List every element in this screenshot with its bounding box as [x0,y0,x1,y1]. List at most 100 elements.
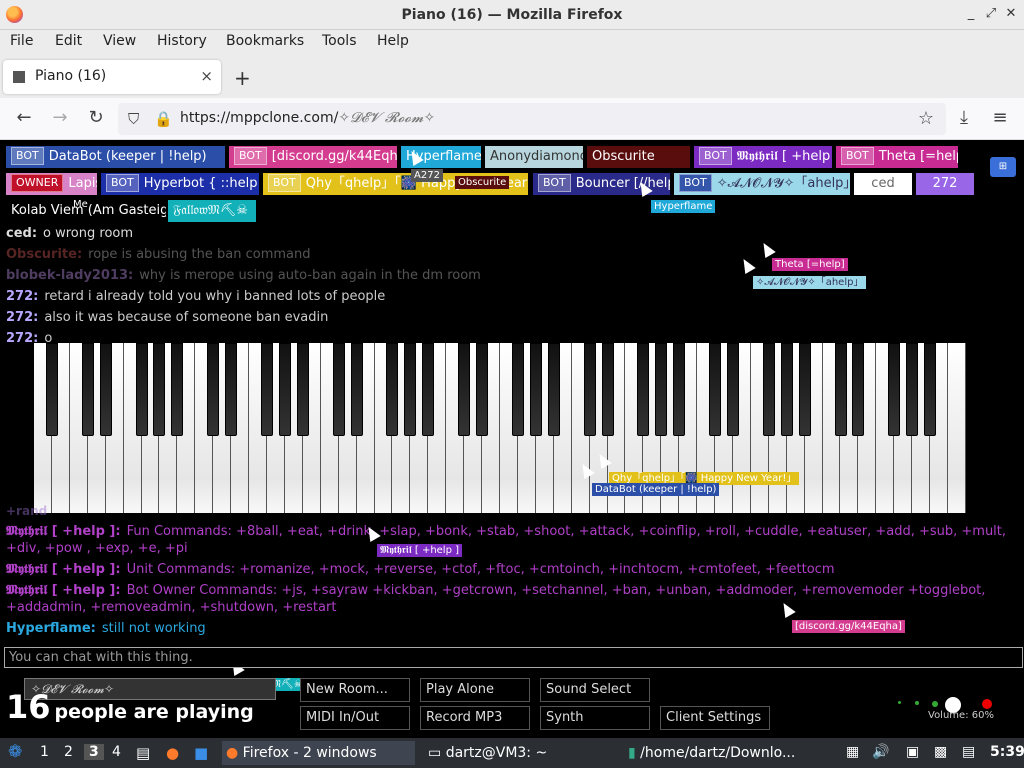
url-bar[interactable]: ⛉ 🔒 https://mppclone.com/✧𝓓𝓔𝓥 𝓡𝓸𝓸𝓶✧ ☆ [118,103,946,135]
client-settings-button[interactable]: Client Settings [660,706,770,730]
taskbar-terminal[interactable]: ▭ dartz@VM3: ~ [424,741,614,765]
synth-button[interactable]: Synth [540,706,650,730]
menu-edit[interactable]: Edit [55,33,82,49]
shield-icon[interactable]: ⛉ [128,110,139,128]
black-key[interactable] [45,343,58,436]
firefox-launcher-icon[interactable]: ● [166,744,179,762]
black-key[interactable] [135,343,148,436]
black-key[interactable] [458,343,471,436]
reload-button[interactable]: ↻ [84,107,108,128]
user-tag-discord[interactable]: BOT [discord.gg/k44Eqha] [229,146,397,168]
volume-tray-icon[interactable]: 🔊 [872,744,889,760]
file-manager-icon[interactable]: ▤ [136,744,150,762]
black-key[interactable] [99,343,112,436]
close-button[interactable]: ✕ [1002,5,1020,23]
black-key[interactable] [798,343,811,436]
clipboard-tray-icon[interactable]: ▣ [906,744,919,760]
workspace-3[interactable]: 3 [84,744,104,760]
user-tag-fallow[interactable]: 𝔉𝔞𝔩𝔩𝔬𝔴𝔐⛏☠ [168,200,256,222]
url-text: https://mppclone.com/✧𝓓𝓔𝓥 𝓡𝓸𝓸𝓶✧ [180,110,436,126]
black-key[interactable] [261,343,273,436]
black-key[interactable] [350,343,363,436]
white-key[interactable] [948,343,966,513]
black-key[interactable] [529,343,542,436]
black-key[interactable] [888,343,901,436]
network-tray-icon[interactable]: ▩ [934,744,947,760]
app-menu-icon[interactable]: ≡ [988,107,1012,128]
black-key[interactable] [637,343,650,436]
black-key[interactable] [673,343,686,436]
black-key[interactable] [225,343,238,436]
user-tag-anony[interactable]: BOT ✧𝓐𝓝𝓞𝓝𝓨✧「ahelp」 [674,173,850,195]
black-key[interactable] [296,343,309,436]
black-key[interactable] [780,343,793,436]
menu-bookmarks[interactable]: Bookmarks [226,33,304,49]
menu-history[interactable]: History [157,33,207,49]
workspace-4[interactable]: 4 [112,744,121,760]
menu-help[interactable]: Help [377,33,409,49]
user-tag-theta[interactable]: BOTTheta [=help] [836,146,958,168]
new-room-button[interactable]: New Room... [300,678,410,702]
new-tab-button[interactable]: + [234,66,251,90]
black-key[interactable] [834,343,847,436]
black-key[interactable] [709,343,722,436]
menu-tools[interactable]: Tools [322,33,357,49]
black-key[interactable] [422,343,435,436]
piano-keyboard[interactable] [34,343,966,513]
black-key[interactable] [207,343,220,436]
black-key[interactable] [601,343,614,436]
back-button[interactable]: ← [12,107,36,128]
black-key[interactable] [852,343,865,436]
black-key[interactable] [547,343,560,436]
user-tag-databot[interactable]: BOT DataBot (keeper | !help) [6,146,225,168]
start-menu-icon[interactable]: ❁ [8,742,22,762]
window-launcher-icon[interactable]: ■ [194,744,208,762]
user-tag-mythril[interactable]: BOT 𝕸𝖞𝖙𝖍𝖗𝖎𝖑 [ +help ] [694,146,832,168]
user-tag-lapis[interactable]: OWNERLapis [6,173,97,195]
settings-toggle-icon[interactable]: ⊞ [990,157,1016,177]
black-key[interactable] [655,343,668,436]
taskbar-files[interactable]: ▮ /home/dartz/Downlo... [624,741,834,765]
black-key[interactable] [924,343,937,436]
black-key[interactable] [386,343,399,436]
black-key[interactable] [81,343,94,436]
black-key[interactable] [583,343,596,436]
black-key[interactable] [476,343,489,436]
workspace-2[interactable]: 2 [64,744,73,760]
workspace-1[interactable]: 1 [40,744,49,760]
black-key[interactable] [171,343,184,436]
black-key[interactable] [278,343,291,436]
tab-piano[interactable]: Piano (16) × [3,60,221,94]
sound-select-button[interactable]: Sound Select [540,678,650,702]
black-key[interactable] [727,343,739,436]
black-key[interactable] [153,343,166,436]
chat-message: 𝕸𝖞𝖙𝖍𝖗𝖎𝖑 [ +help ]: Fun Commands: +8ball, … [6,524,1007,539]
user-tag-hyperbot[interactable]: BOT Hyperbot { ::help } [101,173,259,195]
user-tag-anonydiamond[interactable]: Anonydiamond [485,146,583,168]
tray-icon[interactable]: ▦ [846,744,859,760]
tab-close-icon[interactable]: × [200,67,213,85]
record-mp3-button[interactable]: Record MP3 [420,706,530,730]
notes-tray-icon[interactable]: ▤ [962,744,975,760]
black-key[interactable] [404,343,417,436]
black-key[interactable] [332,343,345,436]
user-tag-272[interactable]: 272 [916,173,974,195]
chat-input[interactable]: You can chat with this thing. [4,647,1023,668]
forward-button[interactable]: → [48,107,72,128]
taskbar-firefox[interactable]: ● Firefox - 2 windows [222,741,415,765]
user-tag-ced[interactable]: ced [854,173,912,195]
lock-icon[interactable]: 🔒 [154,110,173,128]
bookmark-star-icon[interactable]: ☆ [918,108,934,129]
maximize-button[interactable]: ⤢ [982,5,1000,23]
black-key[interactable] [906,343,919,436]
user-tag-obscurite[interactable]: Obscurite [587,146,690,168]
play-alone-button[interactable]: Play Alone [420,678,530,702]
cursor-pointer-icon [778,599,796,619]
menu-view[interactable]: View [103,33,136,49]
menu-file[interactable]: File [10,33,33,49]
black-key[interactable] [511,343,524,436]
downloads-icon[interactable]: ⤓ [952,107,976,128]
black-key[interactable] [762,343,775,436]
midi-button[interactable]: MIDI In/Out [300,706,410,730]
minimize-button[interactable]: _ [962,5,980,23]
